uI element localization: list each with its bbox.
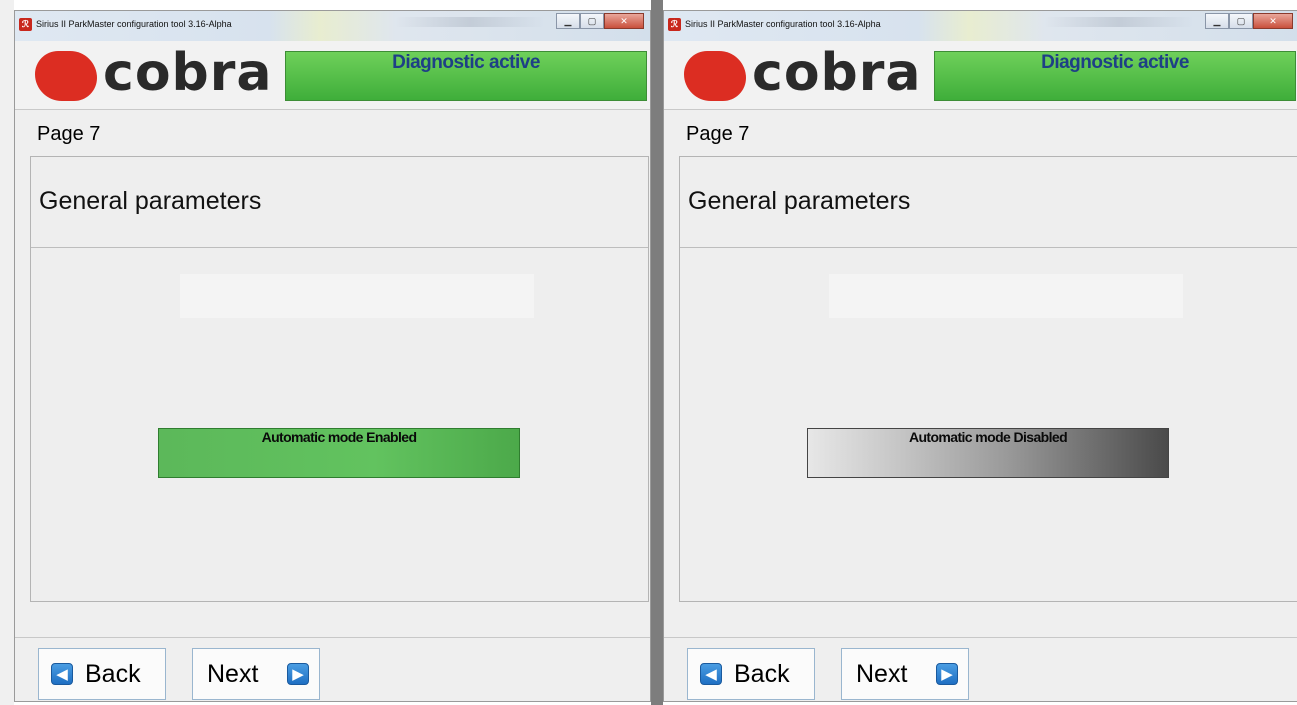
title-bar: ℛ Sirius II ParkMaster configuration too… [664,11,1297,42]
header: cobra Diagnostic active [664,41,1297,110]
next-label: Next [856,660,908,688]
app-icon: ℛ [668,18,681,31]
logo-badge [35,51,97,101]
window-controls: ▁ ▢ ✕ [1205,13,1293,29]
section-title: General parameters [39,187,262,215]
section-title: General parameters [688,187,911,215]
cobra-logo: cobra [672,43,921,105]
empty-field [180,274,534,318]
divider [680,247,1297,248]
background-edge [0,0,14,705]
next-label: Next [207,660,259,688]
arrow-right-icon: ▶ [936,663,958,685]
next-button[interactable]: Next ▶ [841,648,969,700]
diagnostic-status-button[interactable]: Diagnostic active [934,51,1296,101]
app-window-left: ℛ Sirius II ParkMaster configuration too… [14,10,651,702]
back-button[interactable]: ◀ Back [38,648,166,700]
page-number: Page 7 [37,123,101,145]
arrow-right-icon: ▶ [287,663,309,685]
close-icon[interactable]: ✕ [1253,13,1293,29]
logo-wordmark: cobra [103,43,273,103]
maximize-icon[interactable]: ▢ [580,13,604,29]
automatic-mode-toggle[interactable]: Automatic mode Enabled [158,428,520,478]
blurred-background-text [1044,17,1194,27]
title-bar: ℛ Sirius II ParkMaster configuration too… [15,11,650,42]
next-button[interactable]: Next ▶ [192,648,320,700]
close-icon[interactable]: ✕ [604,13,644,29]
minimize-icon[interactable]: ▁ [1205,13,1229,29]
parameters-panel: General parameters Automatic mode Enable… [30,156,649,602]
window-title: Sirius II ParkMaster configuration tool … [685,19,881,29]
automatic-mode-toggle[interactable]: Automatic mode Disabled [807,428,1169,478]
minimize-icon[interactable]: ▁ [556,13,580,29]
arrow-left-icon: ◀ [51,663,73,685]
window-separator [651,0,663,705]
back-label: Back [734,660,790,688]
logo-badge [684,51,746,101]
diagnostic-status-button[interactable]: Diagnostic active [285,51,647,101]
logo-wordmark: cobra [752,43,922,103]
parameters-panel: General parameters Automatic mode Disabl… [679,156,1297,602]
app-window-right: ℛ Sirius II ParkMaster configuration too… [663,10,1297,702]
cobra-logo: cobra [23,43,272,105]
window-title: Sirius II ParkMaster configuration tool … [36,19,232,29]
back-label: Back [85,660,141,688]
blurred-background-text [395,17,545,27]
page-number: Page 7 [686,123,750,145]
arrow-left-icon: ◀ [700,663,722,685]
empty-field [829,274,1183,318]
divider [31,247,648,248]
app-icon: ℛ [19,18,32,31]
footer-divider [15,637,650,638]
header: cobra Diagnostic active [15,41,650,110]
window-controls: ▁ ▢ ✕ [556,13,644,29]
maximize-icon[interactable]: ▢ [1229,13,1253,29]
footer-divider [664,637,1297,638]
back-button[interactable]: ◀ Back [687,648,815,700]
